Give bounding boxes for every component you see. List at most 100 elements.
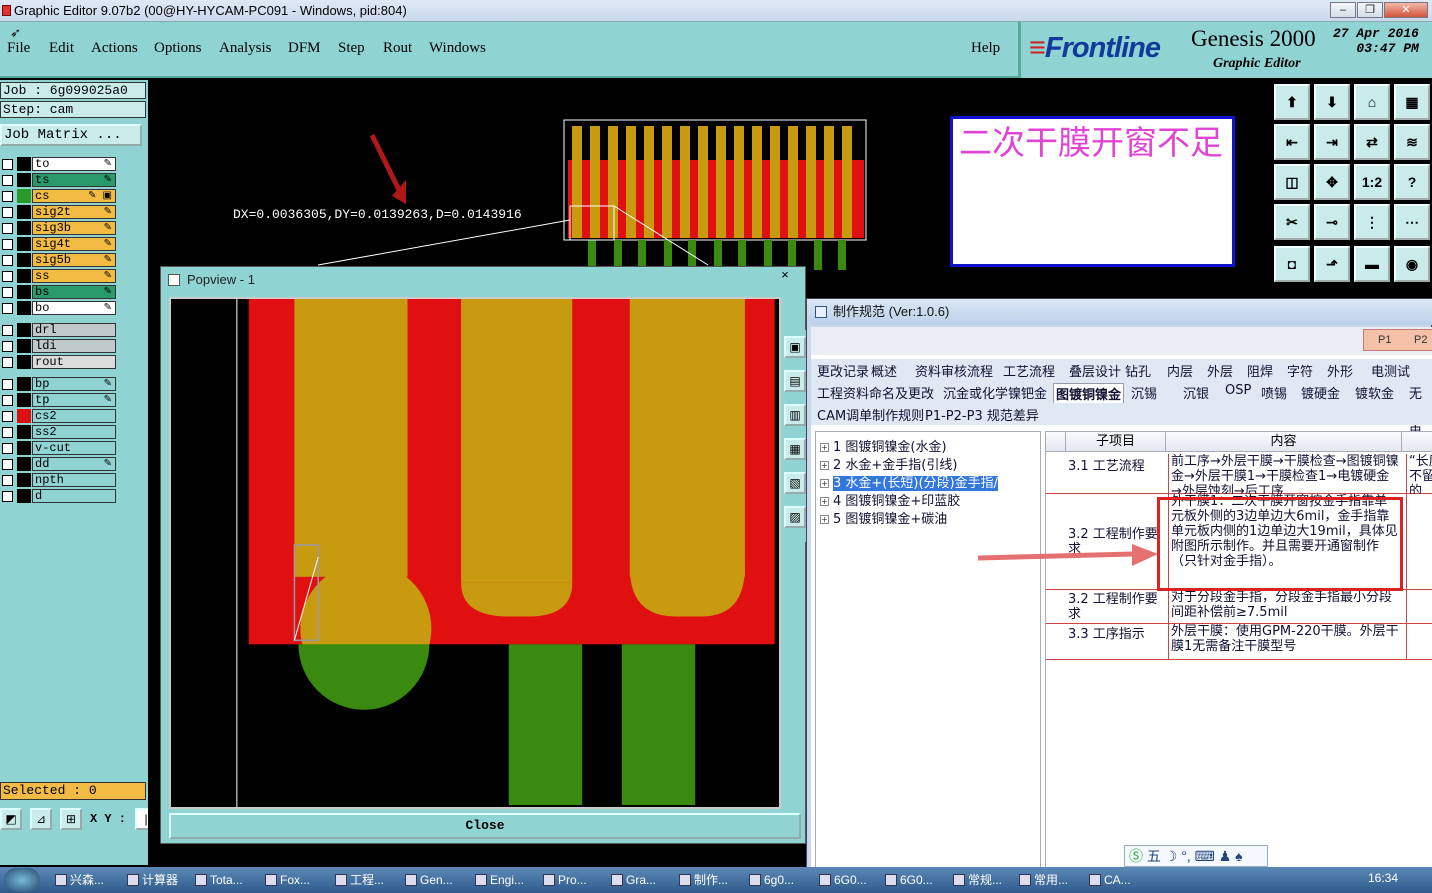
toolbox-extra-button-3[interactable]: ◉	[1394, 246, 1430, 282]
tab-tabs2-8[interactable]: 镀软金	[1355, 383, 1394, 402]
layer-color-swatch[interactable]	[17, 441, 31, 455]
tab-tabs2-2[interactable]: 图镀铜镍金	[1053, 383, 1125, 403]
expand-icon[interactable]: +	[820, 461, 829, 470]
layer-row-drl[interactable]: drl	[0, 322, 118, 338]
taskbar-item[interactable]: 常用...	[1016, 870, 1082, 890]
start-button[interactable]	[4, 868, 40, 892]
ime-toolbar[interactable]: Ⓢ 五 ☽ °, ⌨ ♟ ♠	[1124, 845, 1268, 867]
layer-checkbox[interactable]	[2, 491, 13, 502]
taskbar-item[interactable]: 6g0...	[746, 870, 812, 890]
layer-checkbox[interactable]	[2, 459, 13, 470]
layer-checkbox[interactable]	[2, 325, 13, 336]
tree-item[interactable]: +3 水金+(长短)(分段)金手指/	[820, 472, 998, 491]
layer-name[interactable]: bp ✎	[32, 377, 116, 391]
grid-tool-icon[interactable]: ⊞	[60, 808, 82, 830]
layer-checkbox[interactable]	[2, 287, 13, 298]
layer-row-rout[interactable]: rout	[0, 354, 118, 370]
pop-tool-6-icon[interactable]: ▨	[784, 506, 806, 528]
layer-checkbox[interactable]	[2, 207, 13, 218]
select-tool-icon[interactable]: ◩	[0, 808, 22, 830]
layer-row-cs2[interactable]: cs2	[0, 408, 118, 424]
menu-analysis[interactable]: Analysis	[219, 40, 272, 57]
layer-name[interactable]: sig3b ✎	[32, 221, 116, 235]
header-subitem[interactable]: 子项目	[1066, 432, 1166, 452]
layer-row-ss2[interactable]: ss2	[0, 424, 118, 440]
layer-color-swatch[interactable]	[17, 269, 31, 283]
expand-icon[interactable]: +	[820, 515, 829, 524]
taskbar-item[interactable]: Gen...	[402, 870, 468, 890]
layer-color-swatch[interactable]	[17, 157, 31, 171]
tree-item[interactable]: +2 水金+金手指(引线)	[820, 454, 957, 473]
layer-name[interactable]: ts ✎	[32, 173, 116, 187]
layer-checkbox[interactable]	[2, 379, 13, 390]
layer-row-sig2t[interactable]: sig2t ✎	[0, 204, 118, 220]
toolbox-button-12[interactable]: ✂	[1274, 204, 1310, 240]
pop-tool-3-icon[interactable]: ▥	[784, 404, 806, 426]
toolbox-extra-button-0[interactable]: ◘	[1274, 246, 1310, 282]
menu-step[interactable]: Step	[338, 40, 365, 57]
tab-tabs2-4[interactable]: 沉银	[1183, 383, 1209, 402]
toolbox-button-13[interactable]: ⊸	[1314, 204, 1350, 240]
tab-tabs1-6[interactable]: 内层	[1167, 361, 1193, 380]
popview-canvas[interactable]	[169, 297, 781, 809]
layer-checkbox[interactable]	[2, 395, 13, 406]
tab-tabs2-7[interactable]: 镀硬金	[1301, 383, 1340, 402]
taskbar-item[interactable]: Gra...	[608, 870, 674, 890]
close-window-button[interactable]: ✕	[1384, 2, 1428, 18]
taskbar-item[interactable]: 常规...	[950, 870, 1016, 890]
chip-p2[interactable]: P2	[1414, 334, 1427, 346]
tab-tabs1-5[interactable]: 钻孔	[1125, 361, 1151, 380]
layer-color-swatch[interactable]	[17, 425, 31, 439]
layer-name[interactable]: sig4t ✎	[32, 237, 116, 251]
tab-tabs2-6[interactable]: 喷锡	[1261, 383, 1287, 402]
layer-name[interactable]: npth	[32, 473, 116, 487]
tab-tabs1-8[interactable]: 阻焊	[1247, 361, 1273, 380]
layer-name[interactable]: to ✎	[32, 157, 116, 171]
layer-name[interactable]: v-cut	[32, 441, 116, 455]
layer-row-dd[interactable]: dd ✎	[0, 456, 118, 472]
taskbar-item[interactable]: Pro...	[540, 870, 606, 890]
layer-checkbox[interactable]	[2, 341, 13, 352]
layer-color-swatch[interactable]	[17, 323, 31, 337]
pop-tool-1-icon[interactable]: ▣	[784, 336, 806, 358]
layer-row-bs[interactable]: bs ✎	[0, 284, 118, 300]
toolbox-button-2[interactable]: ⌂	[1354, 84, 1390, 120]
layer-color-swatch[interactable]	[17, 377, 31, 391]
layer-checkbox[interactable]	[2, 303, 13, 314]
header-content[interactable]: 内容	[1166, 432, 1402, 452]
tab-tabs2-1[interactable]: 沉金或化学镍钯金	[943, 383, 1047, 402]
menu-dfm[interactable]: DFM	[288, 40, 321, 57]
layer-row-v-cut[interactable]: v-cut	[0, 440, 118, 456]
layer-color-swatch[interactable]	[17, 189, 31, 203]
pop-tool-2-icon[interactable]: ▤	[784, 370, 806, 392]
popview-close-x[interactable]: ×	[765, 267, 805, 285]
layer-checkbox[interactable]	[2, 159, 13, 170]
taskbar-item[interactable]: Tota...	[192, 870, 258, 890]
layer-color-swatch[interactable]	[17, 489, 31, 503]
layer-name[interactable]: cs2	[32, 409, 116, 423]
layer-name[interactable]: tp ✎	[32, 393, 116, 407]
tab-tabs1-11[interactable]: 电测试	[1371, 361, 1410, 380]
layer-row-bp[interactable]: bp ✎	[0, 376, 118, 392]
menu-rout[interactable]: Rout	[383, 40, 412, 57]
layer-row-ss[interactable]: ss ✎	[0, 268, 118, 284]
pop-tool-5-icon[interactable]: ▧	[784, 472, 806, 494]
toolbox-button-9[interactable]: ✥	[1314, 164, 1350, 200]
layer-color-swatch[interactable]	[17, 237, 31, 251]
layer-color-swatch[interactable]	[17, 393, 31, 407]
layer-name[interactable]: rout	[32, 355, 116, 369]
tab-tabs1-3[interactable]: 工艺流程	[1003, 361, 1055, 380]
layer-checkbox[interactable]	[2, 475, 13, 486]
table-row[interactable]: 3.2 工程制作要求 对于分段金手指，分段金手指最小分段间距补偿前≥7.5mil	[1046, 590, 1432, 624]
layer-name[interactable]: ss2	[32, 425, 116, 439]
layer-row-d[interactable]: d	[0, 488, 118, 504]
layer-color-swatch[interactable]	[17, 457, 31, 471]
toolbox-button-1[interactable]: ⬇	[1314, 84, 1350, 120]
layer-name[interactable]: d	[32, 489, 116, 503]
tab-tabs1-9[interactable]: 字符	[1287, 361, 1313, 380]
layer-checkbox[interactable]	[2, 223, 13, 234]
expand-icon[interactable]: +	[820, 443, 829, 452]
taskbar-item[interactable]: Fox...	[262, 870, 328, 890]
menu-edit[interactable]: Edit	[49, 40, 74, 57]
layer-checkbox[interactable]	[2, 175, 13, 186]
